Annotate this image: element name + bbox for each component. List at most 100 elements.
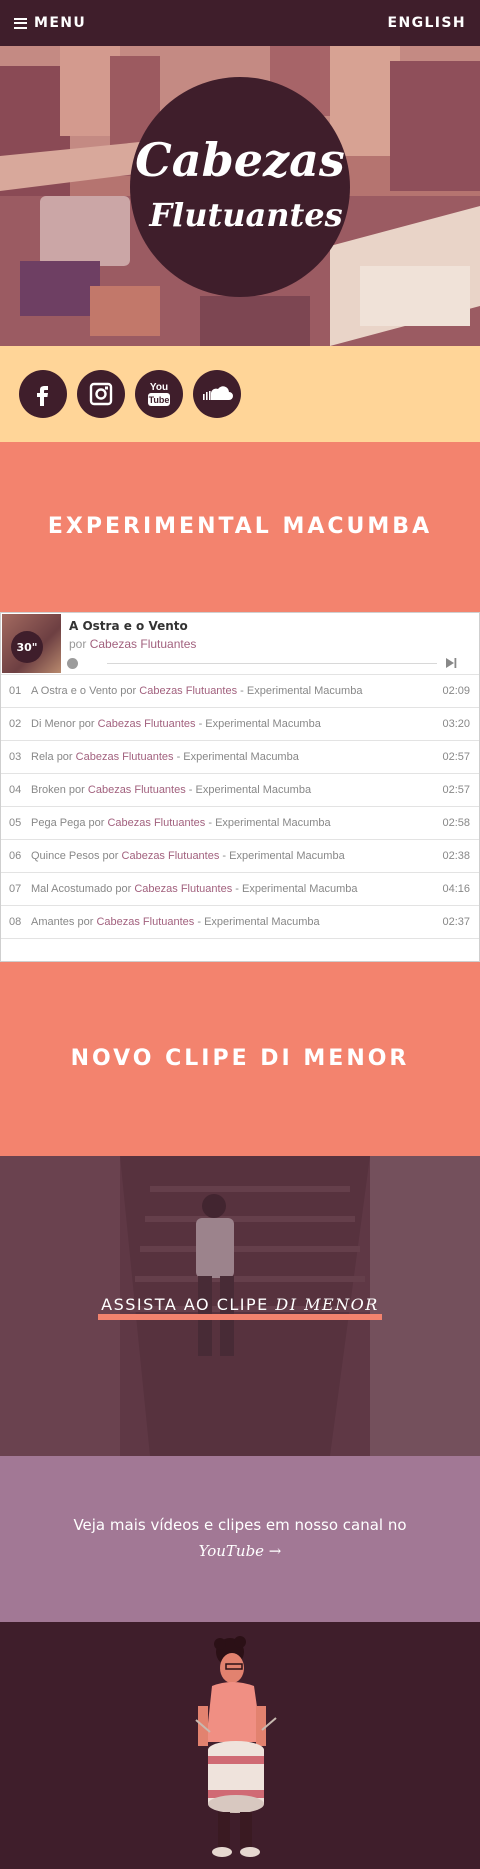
- youtube-link[interactable]: You Tube: [135, 370, 183, 418]
- player-header: 30" A Ostra e o Vento por Cabezas Flutua…: [1, 613, 479, 675]
- track-artist-link[interactable]: Cabezas Flutuantes: [122, 850, 220, 862]
- track-duration: 02:37: [442, 916, 470, 928]
- track-row[interactable]: 04 Broken por Cabezas Flutuantes - Experi…: [1, 774, 479, 807]
- now-playing-artist: por Cabezas Flutuantes: [69, 637, 197, 651]
- social-links: You Tube: [0, 346, 480, 442]
- track-info: Di Menor por Cabezas Flutuantes - Experi…: [31, 718, 321, 730]
- page: MENU ENGLISH Cabezas Flutuantes You Tube…: [0, 0, 480, 1869]
- top-nav: MENU ENGLISH: [0, 0, 480, 46]
- track-album: - Experimental Macumba: [198, 718, 321, 730]
- hero-banner: Cabezas Flutuantes: [0, 46, 480, 346]
- track-by: por: [120, 685, 137, 697]
- track-artist-link[interactable]: Cabezas Flutuantes: [88, 784, 186, 796]
- track-title: Rela: [31, 751, 54, 763]
- track-row[interactable]: 03 Rela por Cabezas Flutuantes - Experime…: [1, 741, 479, 774]
- track-row[interactable]: 01 A Ostra e o Vento por Cabezas Flutuant…: [1, 675, 479, 708]
- facebook-link[interactable]: [19, 370, 67, 418]
- drummer-illustration: [195, 1636, 277, 1857]
- track-album: - Experimental Macumba: [235, 883, 358, 895]
- svg-text:Tube: Tube: [149, 395, 170, 405]
- watch-clip-cta[interactable]: ASSISTA AO CLIPE DI MENOR: [0, 1296, 480, 1320]
- track-album: - Experimental Macumba: [208, 817, 331, 829]
- track-duration: 02:57: [442, 751, 470, 763]
- track-album: - Experimental Macumba: [188, 784, 312, 796]
- instagram-link[interactable]: [77, 370, 125, 418]
- album-cover[interactable]: 30": [2, 614, 61, 673]
- track-artist-link[interactable]: Cabezas Flutuantes: [139, 685, 237, 697]
- menu-button[interactable]: MENU: [14, 15, 86, 31]
- track-number: 05: [9, 817, 22, 829]
- track-row[interactable]: 02 Di Menor por Cabezas Flutuantes - Expe…: [1, 708, 479, 741]
- track-artist-link[interactable]: Cabezas Flutuantes: [98, 718, 196, 730]
- progress-bar[interactable]: [107, 663, 437, 664]
- track-title: Di Menor: [31, 718, 76, 730]
- track-number: 08: [9, 916, 22, 928]
- footer: [0, 1622, 480, 1869]
- now-playing-title[interactable]: A Ostra e o Vento: [69, 619, 188, 633]
- track-info: Amantes por Cabezas Flutuantes - Experim…: [31, 916, 320, 928]
- track-artist-link[interactable]: Cabezas Flutuantes: [76, 751, 174, 763]
- menu-label: MENU: [34, 15, 87, 31]
- youtube-channel-link[interactable]: YouTube →: [199, 1542, 282, 1560]
- track-info: Rela por Cabezas Flutuantes - Experiment…: [31, 751, 299, 763]
- album-title: EXPERIMENTAL MACUMBA: [47, 514, 433, 539]
- track-number: 01: [9, 685, 22, 697]
- track-number: 04: [9, 784, 22, 796]
- soundcloud-icon: [203, 386, 233, 400]
- clock-icon: [67, 658, 78, 669]
- youtube-cta-text: Veja mais vídeos e clipes em nosso canal…: [73, 1516, 407, 1534]
- logo-line-2: Flutuantes: [148, 196, 342, 234]
- track-title: Quince Pesos: [31, 850, 100, 862]
- track-by: por: [77, 916, 94, 928]
- track-album: - Experimental Macumba: [176, 751, 299, 763]
- youtube-cta-section: Veja mais vídeos e clipes em nosso canal…: [0, 1456, 480, 1622]
- track-title: Broken: [31, 784, 66, 796]
- hero-illustration: Cabezas Flutuantes: [0, 46, 480, 346]
- now-playing-artist-link[interactable]: Cabezas Flutuantes: [90, 637, 197, 651]
- track-title: Mal Acostumado: [31, 883, 113, 895]
- track-album: - Experimental Macumba: [222, 850, 345, 862]
- track-duration: 03:20: [442, 718, 470, 730]
- track-number: 02: [9, 718, 22, 730]
- logo-line-1: Cabezas: [135, 133, 345, 187]
- track-info: Pega Pega por Cabezas Flutuantes - Exper…: [31, 817, 331, 829]
- youtube-icon: You Tube: [148, 382, 170, 406]
- track-by: por: [102, 850, 119, 862]
- track-by: por: [88, 817, 105, 829]
- track-album: - Experimental Macumba: [197, 916, 320, 928]
- track-row[interactable]: 05 Pega Pega por Cabezas Flutuantes - Exp…: [1, 807, 479, 840]
- track-duration: 02:38: [442, 850, 470, 862]
- track-by: por: [78, 718, 95, 730]
- cover-badge: 30": [11, 631, 43, 663]
- track-row[interactable]: 07 Mal Acostumado por Cabezas Flutuantes …: [1, 873, 479, 906]
- track-duration: 02:58: [442, 817, 470, 829]
- track-title: Amantes: [31, 916, 75, 928]
- track-row[interactable]: 06 Quince Pesos por Cabezas Flutuantes - …: [1, 840, 479, 873]
- track-list: 01 A Ostra e o Vento por Cabezas Flutuant…: [1, 675, 479, 939]
- track-by: por: [68, 784, 85, 796]
- track-row[interactable]: 08 Amantes por Cabezas Flutuantes - Exper…: [1, 906, 479, 939]
- track-info: Broken por Cabezas Flutuantes - Experime…: [31, 784, 311, 796]
- instagram-icon: [89, 382, 113, 406]
- track-album: - Experimental Macumba: [240, 685, 363, 697]
- track-by: por: [56, 751, 73, 763]
- track-artist-link[interactable]: Cabezas Flutuantes: [134, 883, 232, 895]
- language-link[interactable]: ENGLISH: [387, 15, 466, 31]
- track-duration: 02:57: [442, 784, 470, 796]
- next-track-icon[interactable]: [445, 657, 457, 669]
- track-duration: 02:09: [442, 685, 470, 697]
- track-number: 07: [9, 883, 22, 895]
- track-artist-link[interactable]: Cabezas Flutuantes: [107, 817, 205, 829]
- track-title: Pega Pega: [31, 817, 86, 829]
- video-section: NOVO CLIPE DI MENOR: [0, 962, 480, 1156]
- hamburger-icon: [14, 17, 27, 29]
- track-info: Quince Pesos por Cabezas Flutuantes - Ex…: [31, 850, 345, 862]
- track-duration: 04:16: [442, 883, 470, 895]
- track-info: Mal Acostumado por Cabezas Flutuantes - …: [31, 883, 358, 895]
- audio-player: 30" A Ostra e o Vento por Cabezas Flutua…: [0, 612, 480, 962]
- track-artist-link[interactable]: Cabezas Flutuantes: [96, 916, 194, 928]
- track-number: 03: [9, 751, 22, 763]
- soundcloud-link[interactable]: [193, 370, 241, 418]
- video-clip-link[interactable]: ASSISTA AO CLIPE DI MENOR: [0, 1156, 480, 1456]
- track-info: A Ostra e o Vento por Cabezas Flutuantes…: [31, 685, 362, 697]
